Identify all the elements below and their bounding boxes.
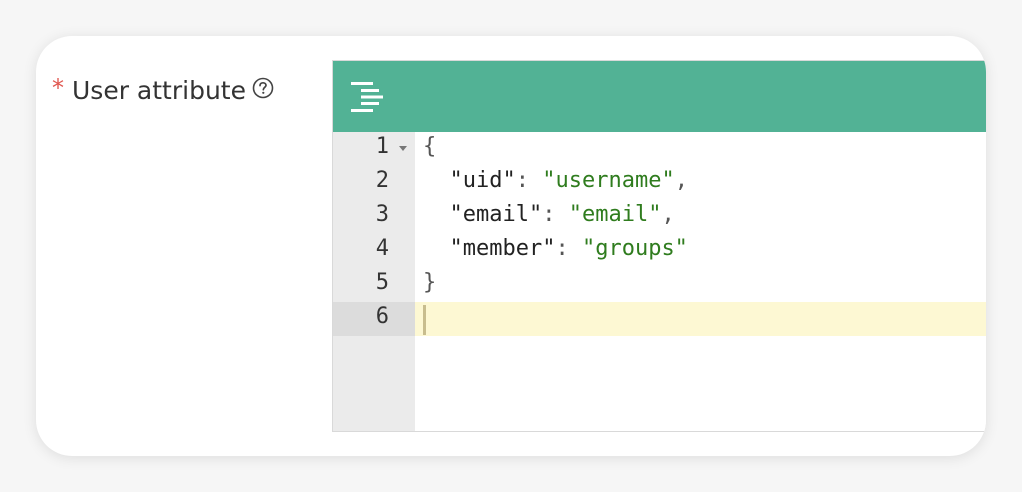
code-token: ,	[674, 168, 688, 193]
code-token: :	[555, 236, 582, 261]
line-number: 1	[333, 132, 415, 166]
line-number-text: 4	[375, 236, 389, 261]
code-area[interactable]: { "uid": "username", "email": "email", "…	[415, 132, 986, 431]
code-token: "uid"	[449, 168, 516, 193]
code-token: "email"	[568, 202, 662, 227]
json-editor[interactable]: 1 2 3 4 5 6 { "uid": "username", "email": "em…	[332, 60, 986, 432]
code-token: "member"	[449, 236, 556, 261]
line-number-text: 6	[375, 304, 389, 329]
question-circle-icon[interactable]	[252, 77, 274, 99]
line-number-text: 3	[375, 202, 389, 227]
editor-body: 1 2 3 4 5 6 { "uid": "username", "email": "em…	[333, 132, 986, 431]
code-token: :	[515, 168, 543, 193]
code-line-text: {	[423, 134, 436, 159]
user-attribute-label-row: * User attribute	[52, 73, 274, 105]
line-number: 3	[333, 200, 415, 234]
required-mark: *	[52, 73, 64, 102]
line-number: 2	[333, 166, 415, 200]
editor-toolbar	[333, 61, 986, 132]
line-number: 6	[333, 302, 415, 336]
line-number: 4	[333, 234, 415, 268]
code-token: "email"	[449, 202, 543, 227]
code-token: ,	[661, 202, 675, 227]
line-number-text: 2	[375, 168, 389, 193]
code-token: "username"	[542, 168, 675, 193]
format-align-icon[interactable]	[349, 81, 385, 113]
code-line[interactable]	[415, 302, 986, 336]
code-line[interactable]: }	[415, 268, 986, 302]
code-line-text: }	[423, 270, 436, 295]
form-card: * User attribute 1 2 3 4 5 6 { "uid": "userna…	[36, 36, 986, 456]
code-line-text: "uid": "username",	[423, 168, 688, 193]
code-line[interactable]: "uid": "username",	[415, 166, 986, 200]
code-line-text: "member": "groups"	[423, 236, 688, 261]
code-line[interactable]: {	[415, 132, 986, 166]
code-token: :	[542, 202, 569, 227]
line-number-gutter: 1 2 3 4 5 6	[333, 132, 415, 431]
code-line[interactable]: "email": "email",	[415, 200, 986, 234]
line-number-text: 1	[375, 134, 389, 159]
line-number-text: 5	[375, 270, 389, 295]
code-token: {	[423, 134, 437, 159]
line-number: 5	[333, 268, 415, 302]
text-cursor	[423, 305, 426, 335]
field-label: User attribute	[72, 76, 246, 105]
code-line[interactable]: "member": "groups"	[415, 234, 986, 268]
fold-arrow-icon[interactable]	[399, 146, 407, 151]
code-token: "groups"	[581, 236, 688, 261]
code-line-text: "email": "email",	[423, 202, 675, 227]
code-token: }	[423, 270, 437, 295]
